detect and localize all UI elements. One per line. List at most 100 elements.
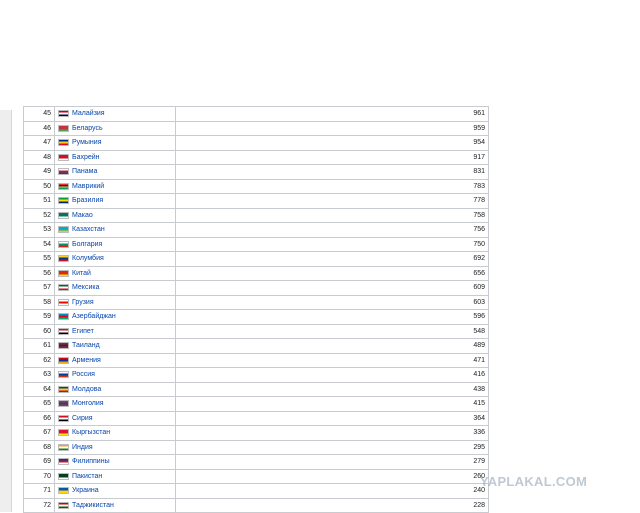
country-link[interactable]: Панама <box>72 168 97 175</box>
rank-cell: 55 <box>23 251 55 267</box>
country-link[interactable]: Египет <box>72 328 94 335</box>
table-row: 68 Индия 295 <box>23 439 489 455</box>
country-link[interactable]: Пакистан <box>72 473 102 480</box>
country-link[interactable]: Индия <box>72 444 93 451</box>
country-link[interactable]: Казахстан <box>72 226 105 233</box>
value-cell: 656 <box>175 265 489 281</box>
country-link[interactable]: Армения <box>72 357 101 364</box>
table-row: 49 Панама 831 <box>23 164 489 180</box>
country-cell: Болгария <box>54 236 176 252</box>
value-cell: 416 <box>175 367 489 383</box>
flag-icon <box>58 240 69 248</box>
rank-cell: 46 <box>23 120 55 136</box>
country-cell: Азербайджан <box>54 309 176 325</box>
table-row: 67 Кыргызстан 336 <box>23 425 489 441</box>
rank-cell: 62 <box>23 352 55 368</box>
ranking-table-body: 45 Малайзия 961 46 Беларусь 959 47 Румыния 954 48… <box>23 106 489 513</box>
country-cell: Армения <box>54 352 176 368</box>
rank-cell: 49 <box>23 164 55 180</box>
flag-icon <box>58 139 69 147</box>
value-cell: 471 <box>175 352 489 368</box>
flag-icon <box>58 458 69 466</box>
country-link[interactable]: Бахрейн <box>72 154 100 161</box>
country-link[interactable]: Россия <box>72 371 95 378</box>
country-cell: Беларусь <box>54 120 176 136</box>
country-link[interactable]: Филиппины <box>72 458 110 465</box>
country-cell: Молдова <box>54 381 176 397</box>
country-cell: Кыргызстан <box>54 425 176 441</box>
rank-cell: 52 <box>23 207 55 223</box>
rank-cell: 48 <box>23 149 55 165</box>
flag-icon <box>58 371 69 379</box>
country-link[interactable]: Макао <box>72 212 93 219</box>
rank-cell: 54 <box>23 236 55 252</box>
ranking-table: 45 Малайзия 961 46 Беларусь 959 47 Румыния 954 48… <box>23 106 489 513</box>
table-row: 46 Беларусь 959 <box>23 120 489 136</box>
table-row: 47 Румыния 954 <box>23 135 489 151</box>
value-cell: 295 <box>175 439 489 455</box>
value-cell: 778 <box>175 193 489 209</box>
country-link[interactable]: Бразилия <box>72 197 103 204</box>
table-row: 55 Колумбия 692 <box>23 251 489 267</box>
left-gutter <box>0 110 12 512</box>
country-cell: Россия <box>54 367 176 383</box>
country-link[interactable]: Колумбия <box>72 255 104 262</box>
country-link[interactable]: Румыния <box>72 139 102 146</box>
country-cell: Грузия <box>54 294 176 310</box>
country-link[interactable]: Беларусь <box>72 125 103 132</box>
rank-cell: 59 <box>23 309 55 325</box>
country-link[interactable]: Азербайджан <box>72 313 116 320</box>
rank-cell: 63 <box>23 367 55 383</box>
country-link[interactable]: Болгария <box>72 241 102 248</box>
country-cell: Китай <box>54 265 176 281</box>
country-link[interactable]: Кыргызстан <box>72 429 110 436</box>
value-cell: 364 <box>175 410 489 426</box>
flag-icon <box>58 110 69 118</box>
table-row: 54 Болгария 750 <box>23 236 489 252</box>
rank-cell: 47 <box>23 135 55 151</box>
country-link[interactable]: Мексика <box>72 284 99 291</box>
rank-cell: 58 <box>23 294 55 310</box>
country-link[interactable]: Молдова <box>72 386 101 393</box>
value-cell: 260 <box>175 468 489 484</box>
rank-cell: 61 <box>23 338 55 354</box>
table-row: 61 Таиланд 489 <box>23 338 489 354</box>
flag-icon <box>58 284 69 292</box>
rank-cell: 57 <box>23 280 55 296</box>
country-cell: Мексика <box>54 280 176 296</box>
country-cell: Египет <box>54 323 176 339</box>
country-cell: Пакистан <box>54 468 176 484</box>
flag-icon <box>58 487 69 495</box>
flag-icon <box>58 168 69 176</box>
country-link[interactable]: Малайзия <box>72 110 105 117</box>
value-cell: 596 <box>175 309 489 325</box>
rank-cell: 45 <box>23 106 55 122</box>
table-row: 70 Пакистан 260 <box>23 468 489 484</box>
table-row: 45 Малайзия 961 <box>23 106 489 122</box>
rank-cell: 68 <box>23 439 55 455</box>
value-cell: 336 <box>175 425 489 441</box>
flag-icon <box>58 211 69 219</box>
country-cell: Филиппины <box>54 454 176 470</box>
value-cell: 961 <box>175 106 489 122</box>
country-link[interactable]: Таджикистан <box>72 502 114 509</box>
country-link[interactable]: Сирия <box>72 415 93 422</box>
country-cell: Сирия <box>54 410 176 426</box>
country-link[interactable]: Китай <box>72 270 91 277</box>
country-link[interactable]: Таиланд <box>72 342 100 349</box>
country-link[interactable]: Грузия <box>72 299 94 306</box>
table-row: 59 Азербайджан 596 <box>23 309 489 325</box>
rank-cell: 50 <box>23 178 55 194</box>
value-cell: 415 <box>175 396 489 412</box>
country-link[interactable]: Маврикий <box>72 183 104 190</box>
country-link[interactable]: Украина <box>72 487 99 494</box>
table-row: 69 Филиппины 279 <box>23 454 489 470</box>
flag-icon <box>58 153 69 161</box>
value-cell: 228 <box>175 497 489 513</box>
site-watermark: YAPLAKAL.COM <box>480 474 588 489</box>
value-cell: 756 <box>175 222 489 238</box>
country-link[interactable]: Монголия <box>72 400 104 407</box>
table-row: 53 Казахстан 756 <box>23 222 489 238</box>
table-row: 72 Таджикистан 228 <box>23 497 489 513</box>
country-cell: Украина <box>54 483 176 499</box>
